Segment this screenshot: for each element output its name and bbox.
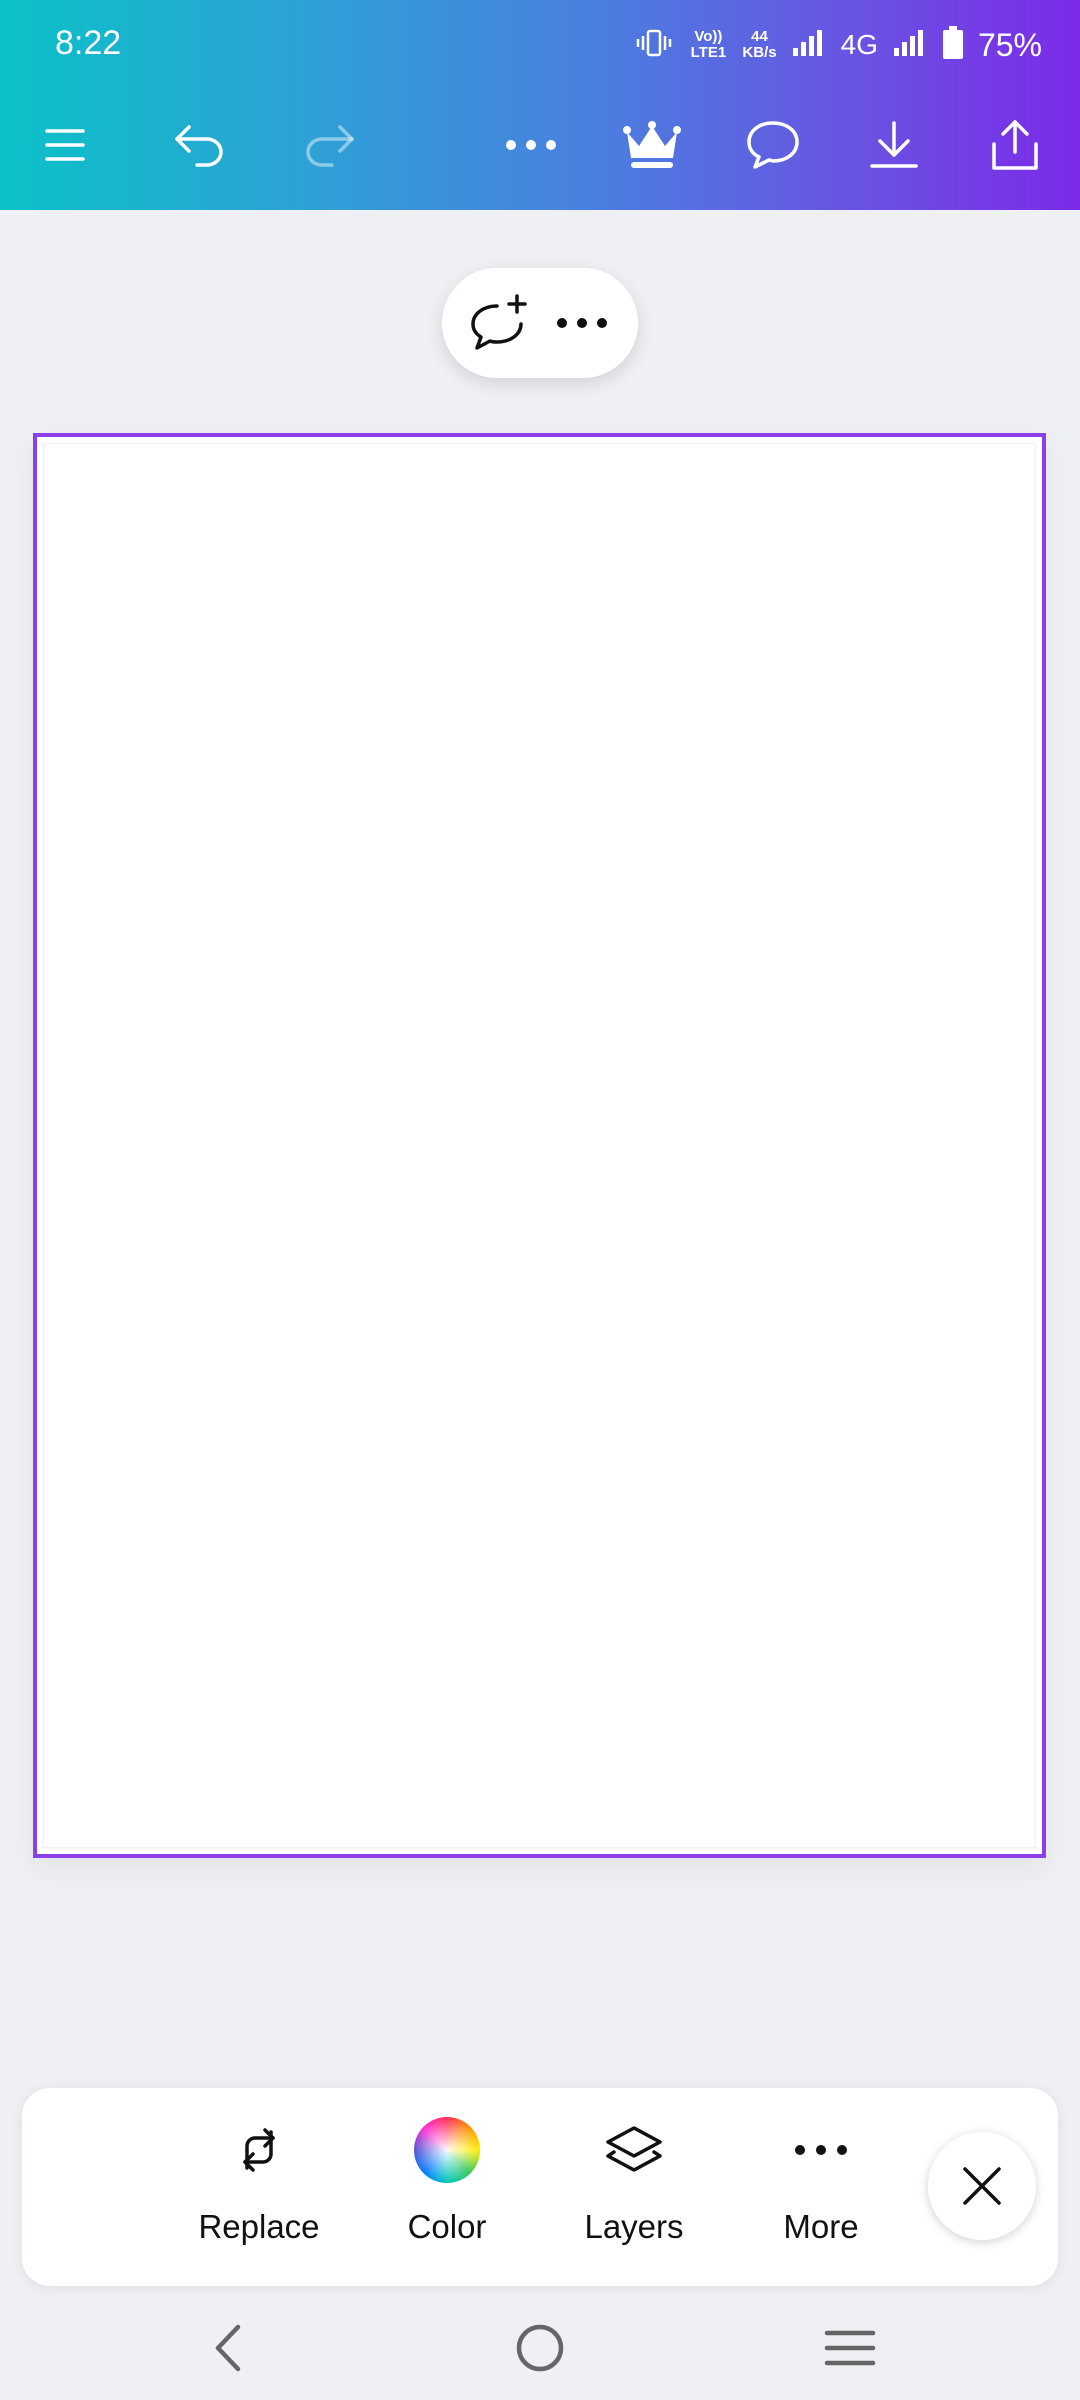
system-nav-bar — [0, 2296, 1080, 2400]
editor-toolbar — [0, 100, 1080, 190]
layers-icon — [549, 2114, 719, 2186]
back-icon[interactable] — [193, 2318, 263, 2378]
crown-icon[interactable] — [617, 110, 687, 180]
replace-button[interactable]: Replace — [174, 2114, 344, 2274]
status-icons: Vo)) LTE1 44 KB/s 4G 75% — [634, 20, 1042, 70]
comment-icon[interactable] — [738, 110, 808, 180]
battery-percent: 75% — [977, 26, 1042, 63]
vibrate-icon — [634, 28, 674, 63]
recents-icon[interactable] — [815, 2318, 885, 2378]
layers-button[interactable]: Layers — [549, 2114, 719, 2274]
add-comment-icon[interactable] — [462, 287, 534, 359]
color-label: Color — [407, 2208, 487, 2245]
more-label: More — [783, 2208, 859, 2245]
top-bar: 8:22 Vo)) LTE1 44 KB/s 4G 75% — [0, 0, 1080, 210]
close-button[interactable] — [928, 2132, 1036, 2240]
redo-icon[interactable] — [294, 110, 364, 180]
design-page[interactable] — [33, 433, 1046, 1858]
replace-label: Replace — [198, 2208, 320, 2245]
download-icon[interactable] — [859, 110, 929, 180]
page-content-area[interactable] — [43, 443, 1036, 1848]
layers-label: Layers — [584, 2208, 684, 2245]
network-type: 4G — [840, 29, 878, 60]
color-wheel-icon — [414, 2117, 480, 2183]
close-icon — [963, 2167, 1001, 2205]
color-button[interactable]: Color — [362, 2114, 532, 2274]
more-icon[interactable] — [496, 110, 566, 180]
signal-icon — [791, 28, 827, 63]
status-time: 8:22 — [55, 24, 122, 62]
more-icon[interactable] — [546, 287, 618, 359]
share-icon[interactable] — [980, 110, 1050, 180]
more-icon — [736, 2114, 906, 2186]
replace-icon — [174, 2114, 344, 2186]
undo-icon[interactable] — [165, 110, 235, 180]
floating-toolbar — [442, 268, 638, 378]
network-speed: 44 KB/s — [742, 29, 776, 61]
speed-unit: KB/s — [742, 44, 777, 61]
bottom-tool-panel: Replace Color Layers More — [22, 2088, 1058, 2286]
menu-icon[interactable] — [30, 110, 100, 180]
speed-value: 44 — [751, 28, 768, 45]
signal-icon-2 — [892, 28, 928, 63]
battery-icon — [942, 25, 964, 65]
more-button[interactable]: More — [736, 2114, 906, 2274]
volte-indicator: Vo)) LTE1 — [690, 28, 727, 61]
home-icon[interactable] — [505, 2318, 575, 2378]
